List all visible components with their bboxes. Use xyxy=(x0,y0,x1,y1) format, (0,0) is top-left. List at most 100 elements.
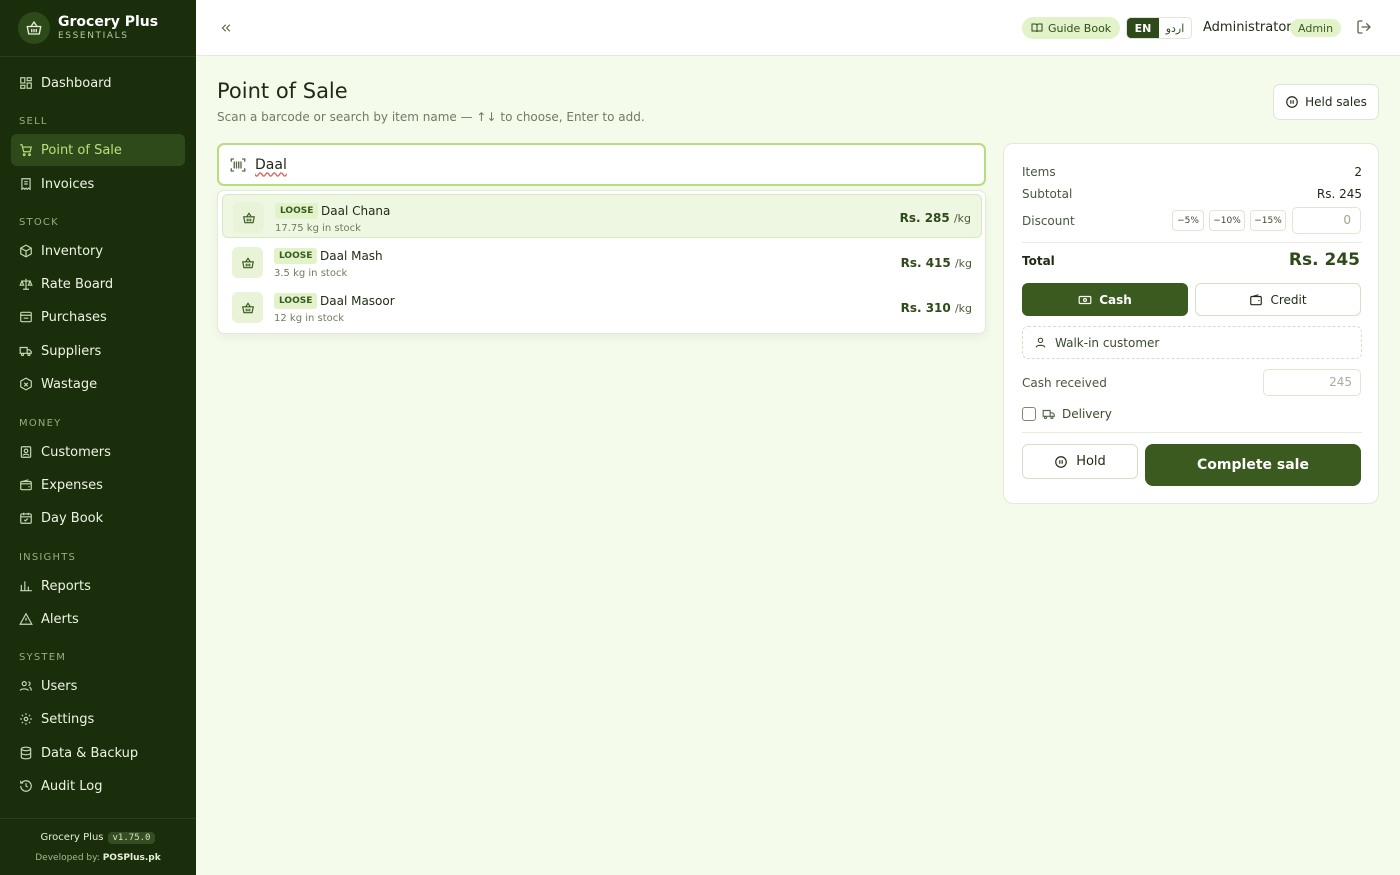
credit-payment-button[interactable]: Credit xyxy=(1195,283,1361,316)
users-icon xyxy=(19,681,32,691)
sidebar-item-label: Data & Backup xyxy=(41,745,139,761)
complete-sale-button[interactable]: Complete sale xyxy=(1145,444,1361,486)
discount-input[interactable]: 0 xyxy=(1292,207,1361,234)
delivery-toggle[interactable]: Delivery xyxy=(1022,406,1112,422)
search-result-item[interactable]: LOOSE Daal Masoor 12 kg in stock Rs. 310… xyxy=(222,285,982,329)
developer-link[interactable]: POSPlus.pk xyxy=(103,853,161,863)
calendar-icon xyxy=(20,512,32,524)
alert-icon xyxy=(19,612,33,625)
sidebar-item-wastage[interactable]: Wastage xyxy=(11,368,185,400)
search-input[interactable]: Daal xyxy=(217,143,986,186)
search-result-item[interactable]: LOOSE Daal Chana 17.75 kg in stock Rs. 2… xyxy=(222,194,982,238)
gear-icon xyxy=(20,713,32,725)
sidebar-item-invoices[interactable]: Invoices xyxy=(11,168,185,200)
sidebar-item-label: Suppliers xyxy=(41,343,102,359)
sidebar-item-label: Customers xyxy=(41,444,111,460)
sidebar-item-day-book[interactable]: Day Book xyxy=(11,502,185,534)
items-count: 2 xyxy=(1354,165,1362,179)
delivery-label: Delivery xyxy=(1062,407,1112,421)
divider xyxy=(0,56,196,57)
sidebar-item-audit-log[interactable]: Audit Log xyxy=(11,770,185,802)
collapse-sidebar-button[interactable] xyxy=(216,18,236,38)
cash-payment-button[interactable]: Cash xyxy=(1022,283,1188,316)
sidebar-item-users[interactable]: Users xyxy=(11,670,185,702)
purchases-icon xyxy=(20,311,32,323)
credit-label: Credit xyxy=(1270,292,1307,307)
total-value: Rs. 245 xyxy=(1288,250,1360,270)
sidebar-item-dashboard[interactable]: Dashboard xyxy=(11,67,185,99)
sidebar-item-purchases[interactable]: Purchases xyxy=(11,301,185,333)
delivery-checkbox[interactable] xyxy=(1022,407,1036,421)
discount-label: Discount xyxy=(1022,214,1075,228)
lang-ur-button[interactable]: اردو xyxy=(1159,18,1191,38)
sidebar-item-point-of-sale[interactable]: Point of Sale xyxy=(11,134,185,166)
discount-15-button[interactable]: −15% xyxy=(1250,210,1286,231)
discount-5-button[interactable]: −5% xyxy=(1172,210,1204,231)
sidebar-item-data-backup[interactable]: Data & Backup xyxy=(11,737,185,769)
bar-chart-icon xyxy=(20,581,32,592)
page-subtitle: Scan a barcode or search by item name — … xyxy=(217,110,645,124)
cart-panel: Items 2 Subtotal Rs. 245 Discount −5% −1… xyxy=(1003,143,1379,504)
held-sales-button[interactable]: Held sales xyxy=(1273,84,1379,120)
sidebar-item-label: Audit Log xyxy=(41,778,103,794)
wallet-icon xyxy=(20,479,32,491)
sidebar-item-inventory[interactable]: Inventory xyxy=(11,235,185,267)
sidebar-item-settings[interactable]: Settings xyxy=(11,703,185,735)
subtotal-value: Rs. 245 xyxy=(1316,187,1362,201)
section-system: SYSTEM xyxy=(19,652,67,663)
user-name: Administrator xyxy=(1203,20,1292,35)
brand[interactable]: Grocery Plus ESSENTIALS xyxy=(18,11,158,45)
item-stock: 17.75 kg in stock xyxy=(275,223,361,234)
loose-badge: LOOSE xyxy=(274,248,318,264)
sidebar-footer: Grocery Plus v1.75.0 Developed by: POSPlu… xyxy=(0,818,196,875)
search-result-item[interactable]: LOOSE Daal Mash 3.5 kg in stock Rs. 415 … xyxy=(222,240,982,284)
item-name: Daal Mash xyxy=(320,249,383,263)
sidebar-item-label: Settings xyxy=(41,711,95,727)
sidebar-item-suppliers[interactable]: Suppliers xyxy=(11,335,185,367)
developed-by-label: Developed by: xyxy=(35,853,100,863)
sidebar-item-reports[interactable]: Reports xyxy=(11,570,185,602)
lang-en-button[interactable]: EN xyxy=(1127,18,1159,38)
language-switcher: EN اردو xyxy=(1126,17,1192,39)
guide-book-button[interactable]: Guide Book xyxy=(1022,17,1121,39)
contact-icon xyxy=(20,446,32,458)
hold-button[interactable]: Hold xyxy=(1022,444,1138,479)
subtotal-label: Subtotal xyxy=(1022,187,1073,201)
box-icon xyxy=(20,244,32,258)
sidebar-item-expenses[interactable]: Expenses xyxy=(11,469,185,501)
basket-icon xyxy=(233,202,264,233)
sidebar-item-label: Purchases xyxy=(41,309,107,325)
brand-name: Grocery Plus xyxy=(58,14,159,30)
sidebar-item-label: Users xyxy=(41,678,78,694)
section-sell: SELL xyxy=(19,116,48,127)
brand-subtitle: ESSENTIALS xyxy=(58,31,129,41)
search-value: Daal xyxy=(255,156,287,173)
customer-selector[interactable]: Walk-in customer xyxy=(1022,326,1362,359)
cart-icon xyxy=(20,144,32,157)
cash-label: Cash xyxy=(1099,292,1132,307)
item-price: Rs. 310 /kg xyxy=(900,301,972,315)
loose-badge: LOOSE xyxy=(275,203,319,219)
cash-received-input[interactable]: 245 xyxy=(1263,369,1361,396)
sidebar-item-label: Inventory xyxy=(41,243,104,259)
sidebar: Grocery Plus ESSENTIALS Dashboard SELL P… xyxy=(0,0,196,875)
item-stock: 12 kg in stock xyxy=(274,313,345,324)
sidebar-item-label: Point of Sale xyxy=(41,142,122,158)
chevrons-left-icon xyxy=(221,24,231,32)
wastage-icon xyxy=(20,377,32,391)
customer-name: Walk-in customer xyxy=(1055,335,1160,350)
subtotal-row: Subtotal Rs. 245 xyxy=(1022,187,1362,201)
topbar: Guide Book EN اردو Administrator Admin xyxy=(196,0,1400,56)
sidebar-item-customers[interactable]: Customers xyxy=(11,436,185,468)
items-label: Items xyxy=(1022,165,1056,179)
discount-10-button[interactable]: −10% xyxy=(1209,210,1245,231)
pause-circle-icon xyxy=(1286,96,1298,108)
sidebar-item-alerts[interactable]: Alerts xyxy=(11,603,185,635)
item-name: Daal Chana xyxy=(321,204,391,218)
logout-button[interactable] xyxy=(1356,19,1374,37)
sidebar-item-rate-board[interactable]: Rate Board xyxy=(11,268,185,300)
held-sales-label: Held sales xyxy=(1305,95,1367,109)
user-icon xyxy=(1035,337,1046,348)
barcode-scan-icon xyxy=(230,157,246,172)
footer-app-name: Grocery Plus xyxy=(40,832,104,843)
